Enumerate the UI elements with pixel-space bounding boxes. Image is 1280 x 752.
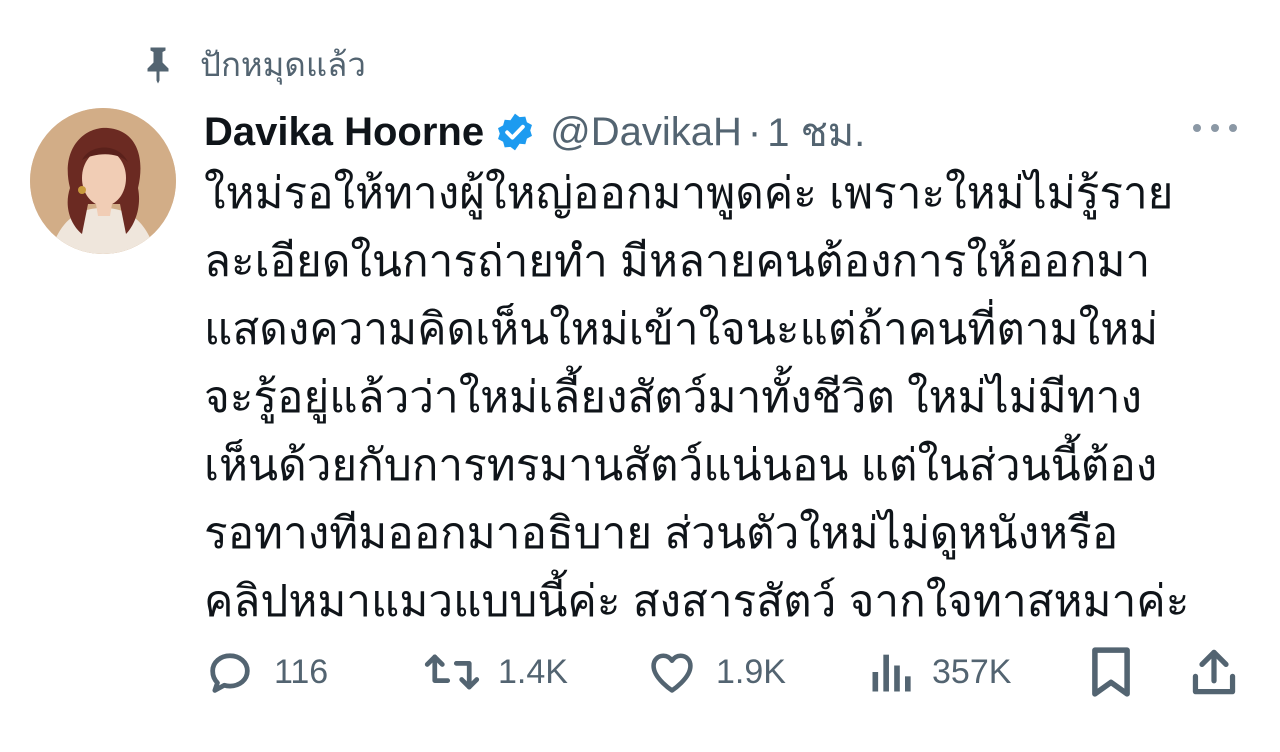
tweet-text: ใหม่รอให้ทางผู้ใหญ่ออกมาพูดค่ะ เพราะใหม่… (204, 160, 1254, 636)
more-options-button[interactable] (1188, 110, 1242, 150)
verified-badge-icon (494, 111, 536, 153)
pinned-indicator: ปักหมุดแล้ว (140, 40, 366, 88)
more-icon (1191, 121, 1239, 139)
display-name[interactable]: Davika Hoorne (204, 110, 484, 155)
tweet-timestamp[interactable]: 1 ชม. (767, 100, 865, 164)
like-count: 1.9K (716, 652, 786, 691)
action-bar: 116 1.4K 1.9K 357K (200, 640, 1250, 704)
pin-icon (140, 44, 176, 84)
tweet[interactable]: ปักหมุดแล้ว Davika Hoorne @DavikaH · 1 ช… (0, 0, 1280, 752)
heart-icon (646, 646, 698, 698)
tweet-text-line: แสดงความคิดเห็นใหม่เข้าใจนะแต่ถ้าคนที่ตา… (204, 305, 1159, 354)
separator-dot: · (747, 109, 762, 154)
pinned-label: ปักหมุดแล้ว (200, 45, 366, 83)
reply-button[interactable]: 116 (204, 640, 328, 704)
like-button[interactable]: 1.9K (646, 640, 786, 704)
tweet-text-line: รอทางทีมออกมาอธิบาย ส่วนตัวใหม่ไม่ดูหนัง… (204, 509, 1119, 558)
retweet-icon (424, 646, 480, 698)
user-handle[interactable]: @DavikaH (550, 110, 742, 155)
bookmark-icon (1088, 644, 1134, 700)
tweet-text-line: จะรู้อยู่แล้วว่าใหม่เลี้ยงสัตว์มาทั้งชีว… (204, 373, 1142, 422)
tweet-text-line: เห็นด้วยกับการทรมานสัตว์แน่นอน แต่ในส่วน… (204, 441, 1158, 490)
tweet-text-line: คลิปหมาแมวแบบนี้ค่ะ สงสารสัตว์ จากใจทาสห… (204, 577, 1190, 626)
retweet-button[interactable]: 1.4K (424, 640, 568, 704)
views-count: 357K (932, 652, 1012, 691)
tweet-text-line: ใหม่รอให้ทางผู้ใหญ่ออกมาพูดค่ะ เพราะใหม่… (204, 169, 1174, 218)
views-button[interactable]: 357K (870, 640, 1011, 704)
bookmark-button[interactable] (1088, 640, 1134, 704)
avatar[interactable] (30, 108, 176, 254)
reply-count: 116 (274, 652, 329, 691)
views-icon (870, 646, 914, 698)
tweet-text-line: ละเอียดในการถ่ายทำ มีหลายคนต้องการให้ออก… (204, 237, 1151, 286)
share-button[interactable] (1190, 640, 1238, 704)
tweet-header: Davika Hoorne @DavikaH · 1 ชม. (204, 104, 865, 160)
share-icon (1190, 644, 1238, 700)
retweet-count: 1.4K (498, 652, 568, 691)
reply-icon (204, 646, 256, 698)
